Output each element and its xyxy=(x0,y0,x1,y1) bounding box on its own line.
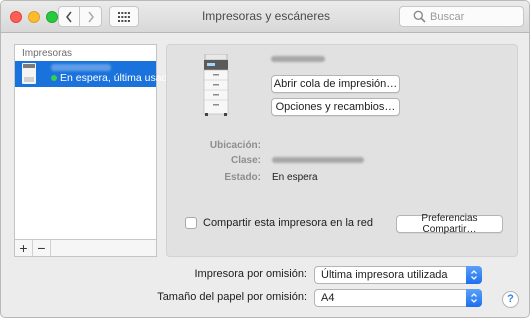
help-button[interactable]: ? xyxy=(502,291,519,308)
class-label: Clase: xyxy=(230,155,261,166)
zoom-window-button[interactable] xyxy=(46,11,58,23)
share-printer-checkbox[interactable] xyxy=(185,217,197,229)
show-all-button[interactable] xyxy=(109,6,139,27)
close-window-button[interactable] xyxy=(10,11,22,23)
popup-arrows-icon xyxy=(466,266,482,284)
title-bar: Impresoras y escáneres xyxy=(1,1,529,33)
chevron-right-icon xyxy=(87,11,94,22)
preferences-window: Impresoras y escáneres Impresoras En esp… xyxy=(0,0,530,318)
paper-size-popup[interactable]: A4 xyxy=(314,289,482,307)
default-printer-label: Impresora por omisión: xyxy=(194,268,308,280)
printer-thumbnail-icon xyxy=(22,63,36,84)
printer-list-item[interactable]: En espera, última usada xyxy=(15,61,173,87)
navigation-buttons xyxy=(58,6,102,27)
printer-status-text: En espera, última usada xyxy=(60,72,174,84)
search-input[interactable] xyxy=(430,10,515,23)
grid-icon xyxy=(118,11,130,22)
back-button[interactable] xyxy=(58,6,80,27)
sharing-preferences-button[interactable]: Preferencias Compartir… xyxy=(396,213,503,235)
paper-size-value: A4 xyxy=(321,292,335,304)
search-icon xyxy=(413,10,426,23)
open-print-queue-button[interactable]: Abrir cola de impresión… xyxy=(271,75,400,93)
paper-size-label: Tamaño del papel por omisión: xyxy=(157,291,307,303)
add-printer-button[interactable]: + xyxy=(15,240,33,256)
forward-button[interactable] xyxy=(80,6,102,27)
printer-list-header: Impresoras xyxy=(22,48,73,59)
default-printer-popup[interactable]: Última impresora utilizada xyxy=(314,266,482,284)
printer-list: Impresoras En espera, última usada + − xyxy=(14,44,173,257)
remove-printer-button[interactable]: − xyxy=(33,240,51,256)
status-dot-icon xyxy=(51,75,57,81)
status-label: Estado: xyxy=(224,172,261,183)
class-value-redacted xyxy=(272,157,364,163)
window-title: Impresoras y escáneres xyxy=(201,9,331,23)
status-value: En espera xyxy=(272,172,318,183)
minimize-window-button[interactable] xyxy=(28,11,40,23)
printer-list-footer: + − xyxy=(15,239,156,256)
options-supplies-button[interactable]: Opciones y recambios… xyxy=(271,98,400,116)
location-label: Ubicación: xyxy=(209,140,261,151)
default-printer-value: Última impresora utilizada xyxy=(321,269,448,281)
popup-arrows-icon xyxy=(466,289,482,307)
printer-icon xyxy=(203,54,229,116)
chevron-left-icon xyxy=(66,11,72,22)
share-printer-label[interactable]: Compartir esta impresora en la red xyxy=(203,217,373,229)
search-field[interactable] xyxy=(399,6,524,27)
printer-name-redacted xyxy=(51,64,111,71)
printer-name-redacted xyxy=(271,56,325,62)
printer-detail-pane: Abrir cola de impresión… Opciones y reca… xyxy=(166,44,518,257)
